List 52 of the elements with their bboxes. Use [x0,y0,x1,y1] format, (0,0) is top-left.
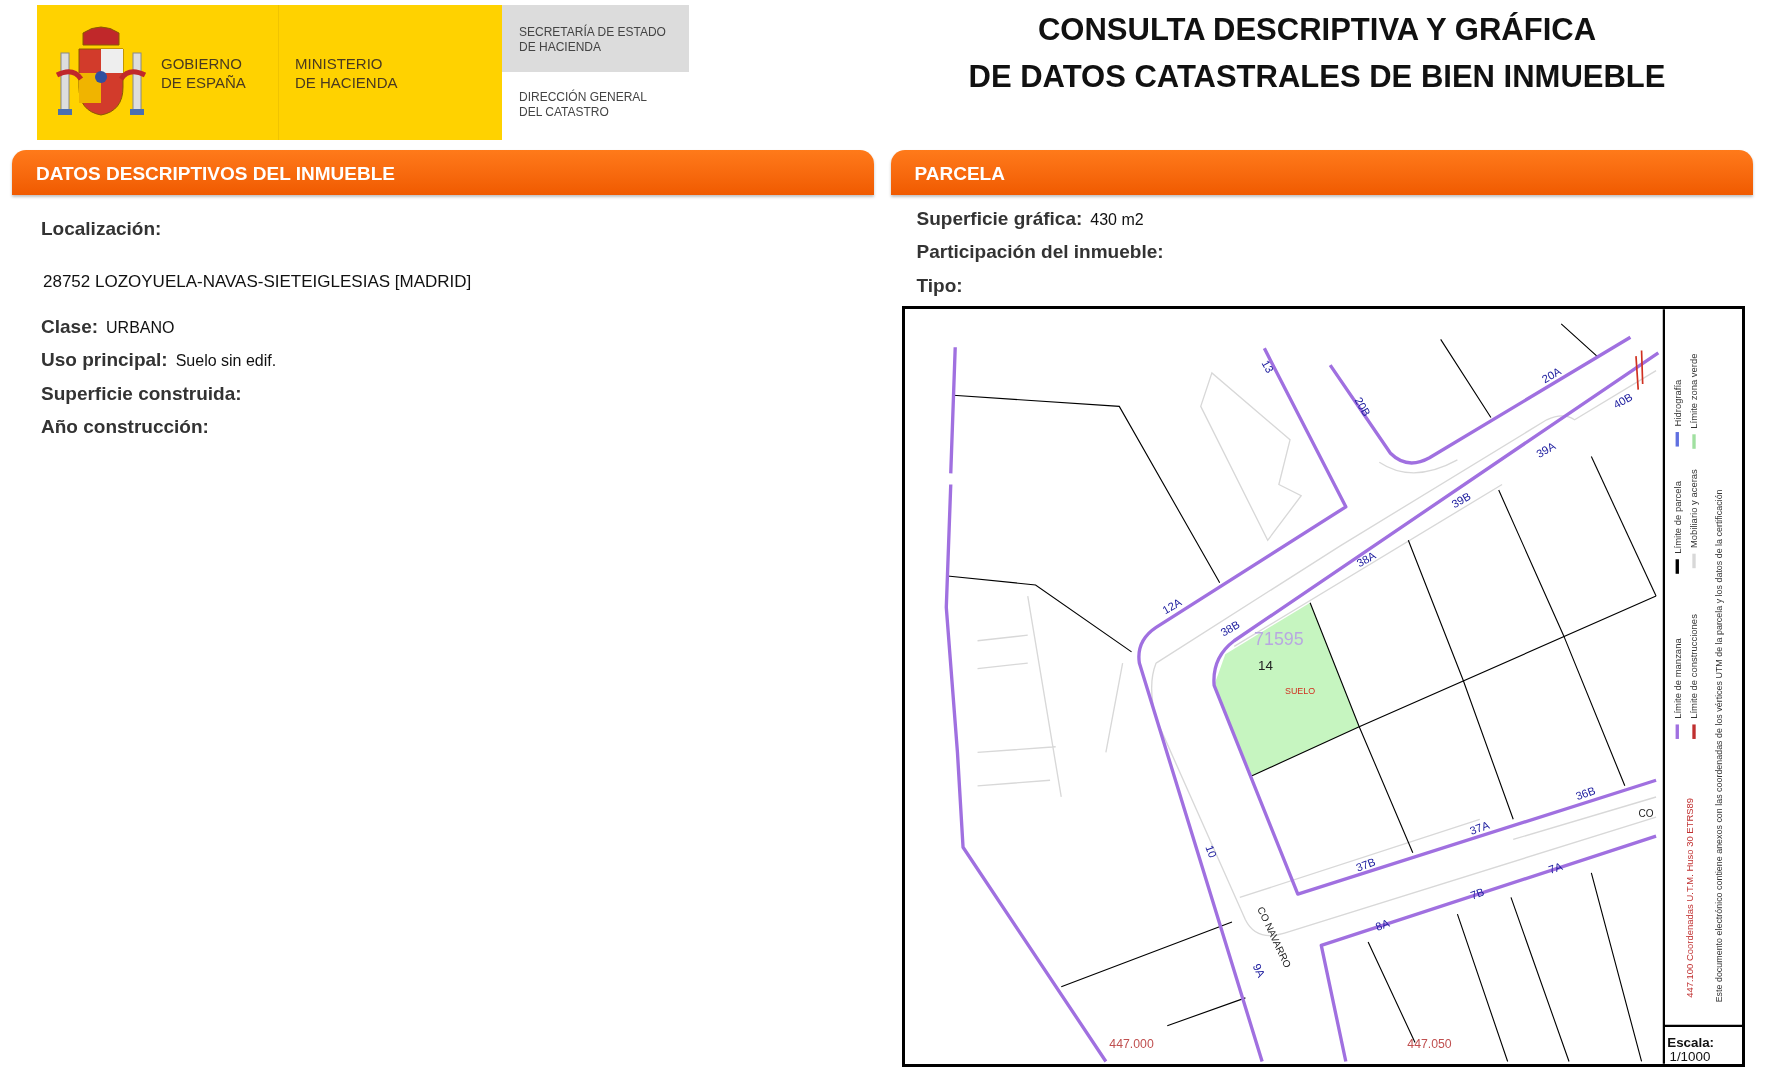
field-label: Año construcción: [41,415,209,439]
field-label: Uso principal: [41,348,168,372]
map-label: 37A [1467,818,1491,837]
legend-label: Límite de construcciones [1687,614,1699,719]
field-label: Superficie construida: [41,381,242,406]
coordinates-note: 447.100 Coordenadas U.T.M. Huso 30 ETRS89 [1683,797,1695,998]
legend-label: Límite de parcela [1671,481,1683,554]
map-label: CO [1638,808,1654,820]
certificate-note: Este documento electrónico contiene anexos con las coordenadas de los vértices UTM de la parcela y los datos de la certificación [1713,489,1724,1003]
page-title: CONSULTA DESCRIPTIVA Y GRÁFICA [1038,11,1596,49]
map-label: 7B [1468,885,1486,902]
page-title: DE DATOS CATASTRALES DE BIEN INMUEBLE [968,58,1666,96]
map-label: 20A [1539,364,1563,386]
field-value: 430 m2 [1090,209,1144,230]
field-label: Localización: [41,216,163,241]
map-label: 71595 [1253,629,1304,650]
logo-text: SECRETARÍA DE ESTADO DE HACIENDA [519,25,667,55]
scale-value: 1/1000 [1668,1049,1710,1064]
map-label: 37B [1353,855,1377,874]
map-label: 39A [1533,439,1557,460]
field-label: Superficie gráfica: [916,206,1083,231]
scale-label: Escala: [1666,1034,1714,1050]
field-value: URBANO [106,317,175,338]
field-label: Tipo: [916,273,963,298]
map-label: 39B [1448,489,1473,511]
logo-text: GOBIERNO DE ESPAÑA [161,53,246,92]
section-header: PARCELA [890,150,1753,195]
map-label: 36B [1573,784,1597,803]
map-label: 9A [1250,961,1267,980]
field-value: Suelo sin edif. [175,351,277,371]
legend-label: Límite zona verde [1687,353,1699,429]
field-label: Clase: [41,314,99,339]
map-label: 10 [1202,843,1219,860]
map-label: 8A [1373,916,1391,933]
map-label: 38B [1217,618,1242,639]
map-label: SUELO [1284,686,1315,697]
logo-text: MINISTERIO DE HACIENDA [295,53,398,92]
legend-label: Mobiliario y aceras [1687,469,1699,549]
map-label: 14 [1257,657,1273,673]
legend-label: Hidrografía [1671,379,1683,427]
map-label: 40B [1610,390,1634,411]
map-label: 13 [1259,358,1276,375]
logo-text: DIRECCIÓN GENERAL DEL CATASTRO [519,90,649,120]
map-label: 447.000 [1108,1037,1154,1052]
map-label: 12A [1159,595,1184,617]
map-label: 447.050 [1406,1037,1452,1052]
map-label: 7A [1546,860,1564,876]
legend-label: Límite de manzana [1671,638,1683,719]
address-text: 28752 LOZOYUELA-NAVAS-SIETEIGLESIAS [MADRID] [43,271,473,293]
field-label: Participación del inmueble: [916,240,1164,264]
map-label: 38A [1354,549,1378,570]
section-header: DATOS DESCRIPTIVOS DEL INMUEBLE [12,150,874,195]
